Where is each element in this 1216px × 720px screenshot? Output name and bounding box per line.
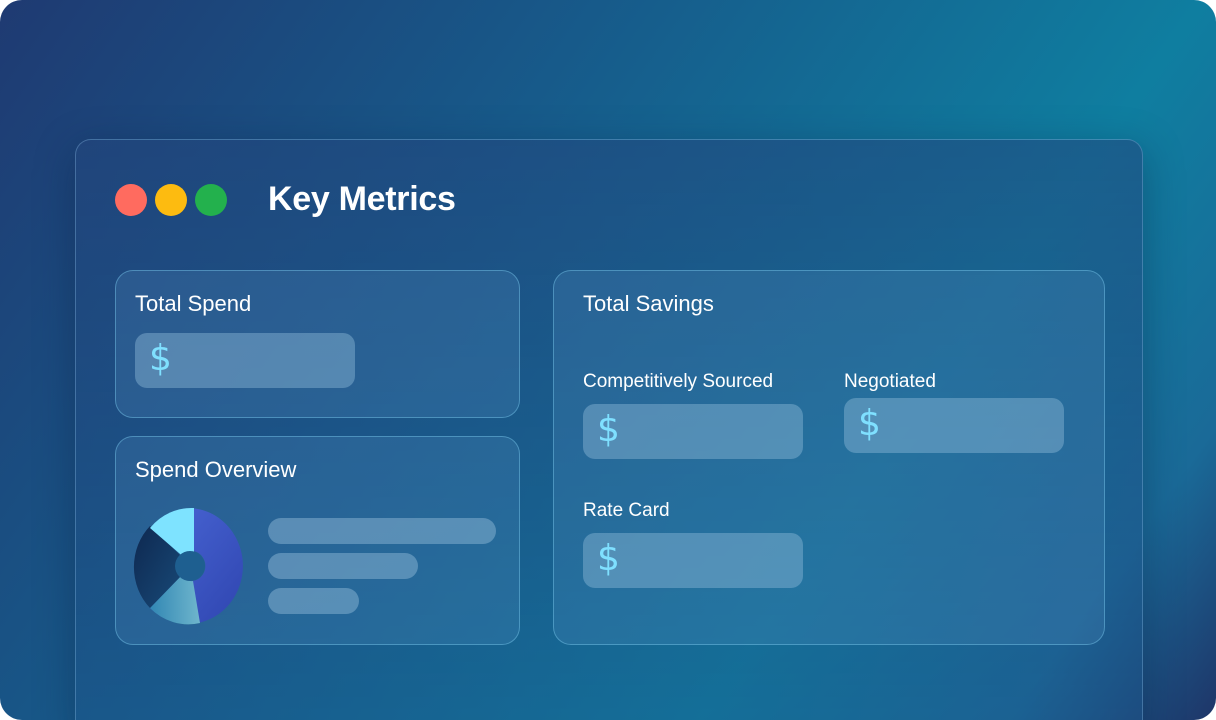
spend-overview-title: Spend Overview bbox=[135, 457, 297, 482]
competitively-sourced-field[interactable]: $ bbox=[583, 404, 803, 459]
negotiated-label: Negotiated bbox=[844, 371, 936, 392]
dollar-icon: $ bbox=[149, 338, 172, 379]
competitively-sourced-label: Competitively Sourced bbox=[583, 371, 774, 392]
maximize-dot-icon[interactable] bbox=[195, 184, 227, 216]
background: Key Metrics Total Spend $ Spend Overview bbox=[0, 0, 1216, 720]
overview-bar-medium bbox=[268, 553, 418, 579]
total-spend-field[interactable]: $ bbox=[135, 333, 355, 388]
window-title: Key Metrics bbox=[268, 180, 456, 218]
total-spend-card: Total Spend $ bbox=[115, 270, 520, 418]
close-dot-icon[interactable] bbox=[115, 184, 147, 216]
dollar-icon: $ bbox=[597, 409, 620, 450]
rate-card-label: Rate Card bbox=[583, 500, 670, 521]
overview-bar-long bbox=[268, 518, 496, 544]
minimize-dot-icon[interactable] bbox=[155, 184, 187, 216]
donut-chart-icon bbox=[133, 507, 243, 625]
dollar-icon: $ bbox=[858, 403, 881, 444]
rate-card-field[interactable]: $ bbox=[583, 533, 803, 588]
dollar-icon: $ bbox=[597, 538, 620, 579]
negotiated-field[interactable]: $ bbox=[844, 398, 1064, 453]
total-savings-title: Total Savings bbox=[583, 291, 714, 316]
overview-bar-short bbox=[268, 588, 359, 614]
spend-overview-card: Spend Overview bbox=[115, 436, 520, 645]
total-spend-title: Total Spend bbox=[135, 291, 252, 316]
metrics-window: Key Metrics Total Spend $ Spend Overview bbox=[75, 139, 1143, 720]
total-savings-card: Total Savings Competitively Sourced $ Ne… bbox=[553, 270, 1105, 645]
window-controls bbox=[115, 184, 227, 216]
